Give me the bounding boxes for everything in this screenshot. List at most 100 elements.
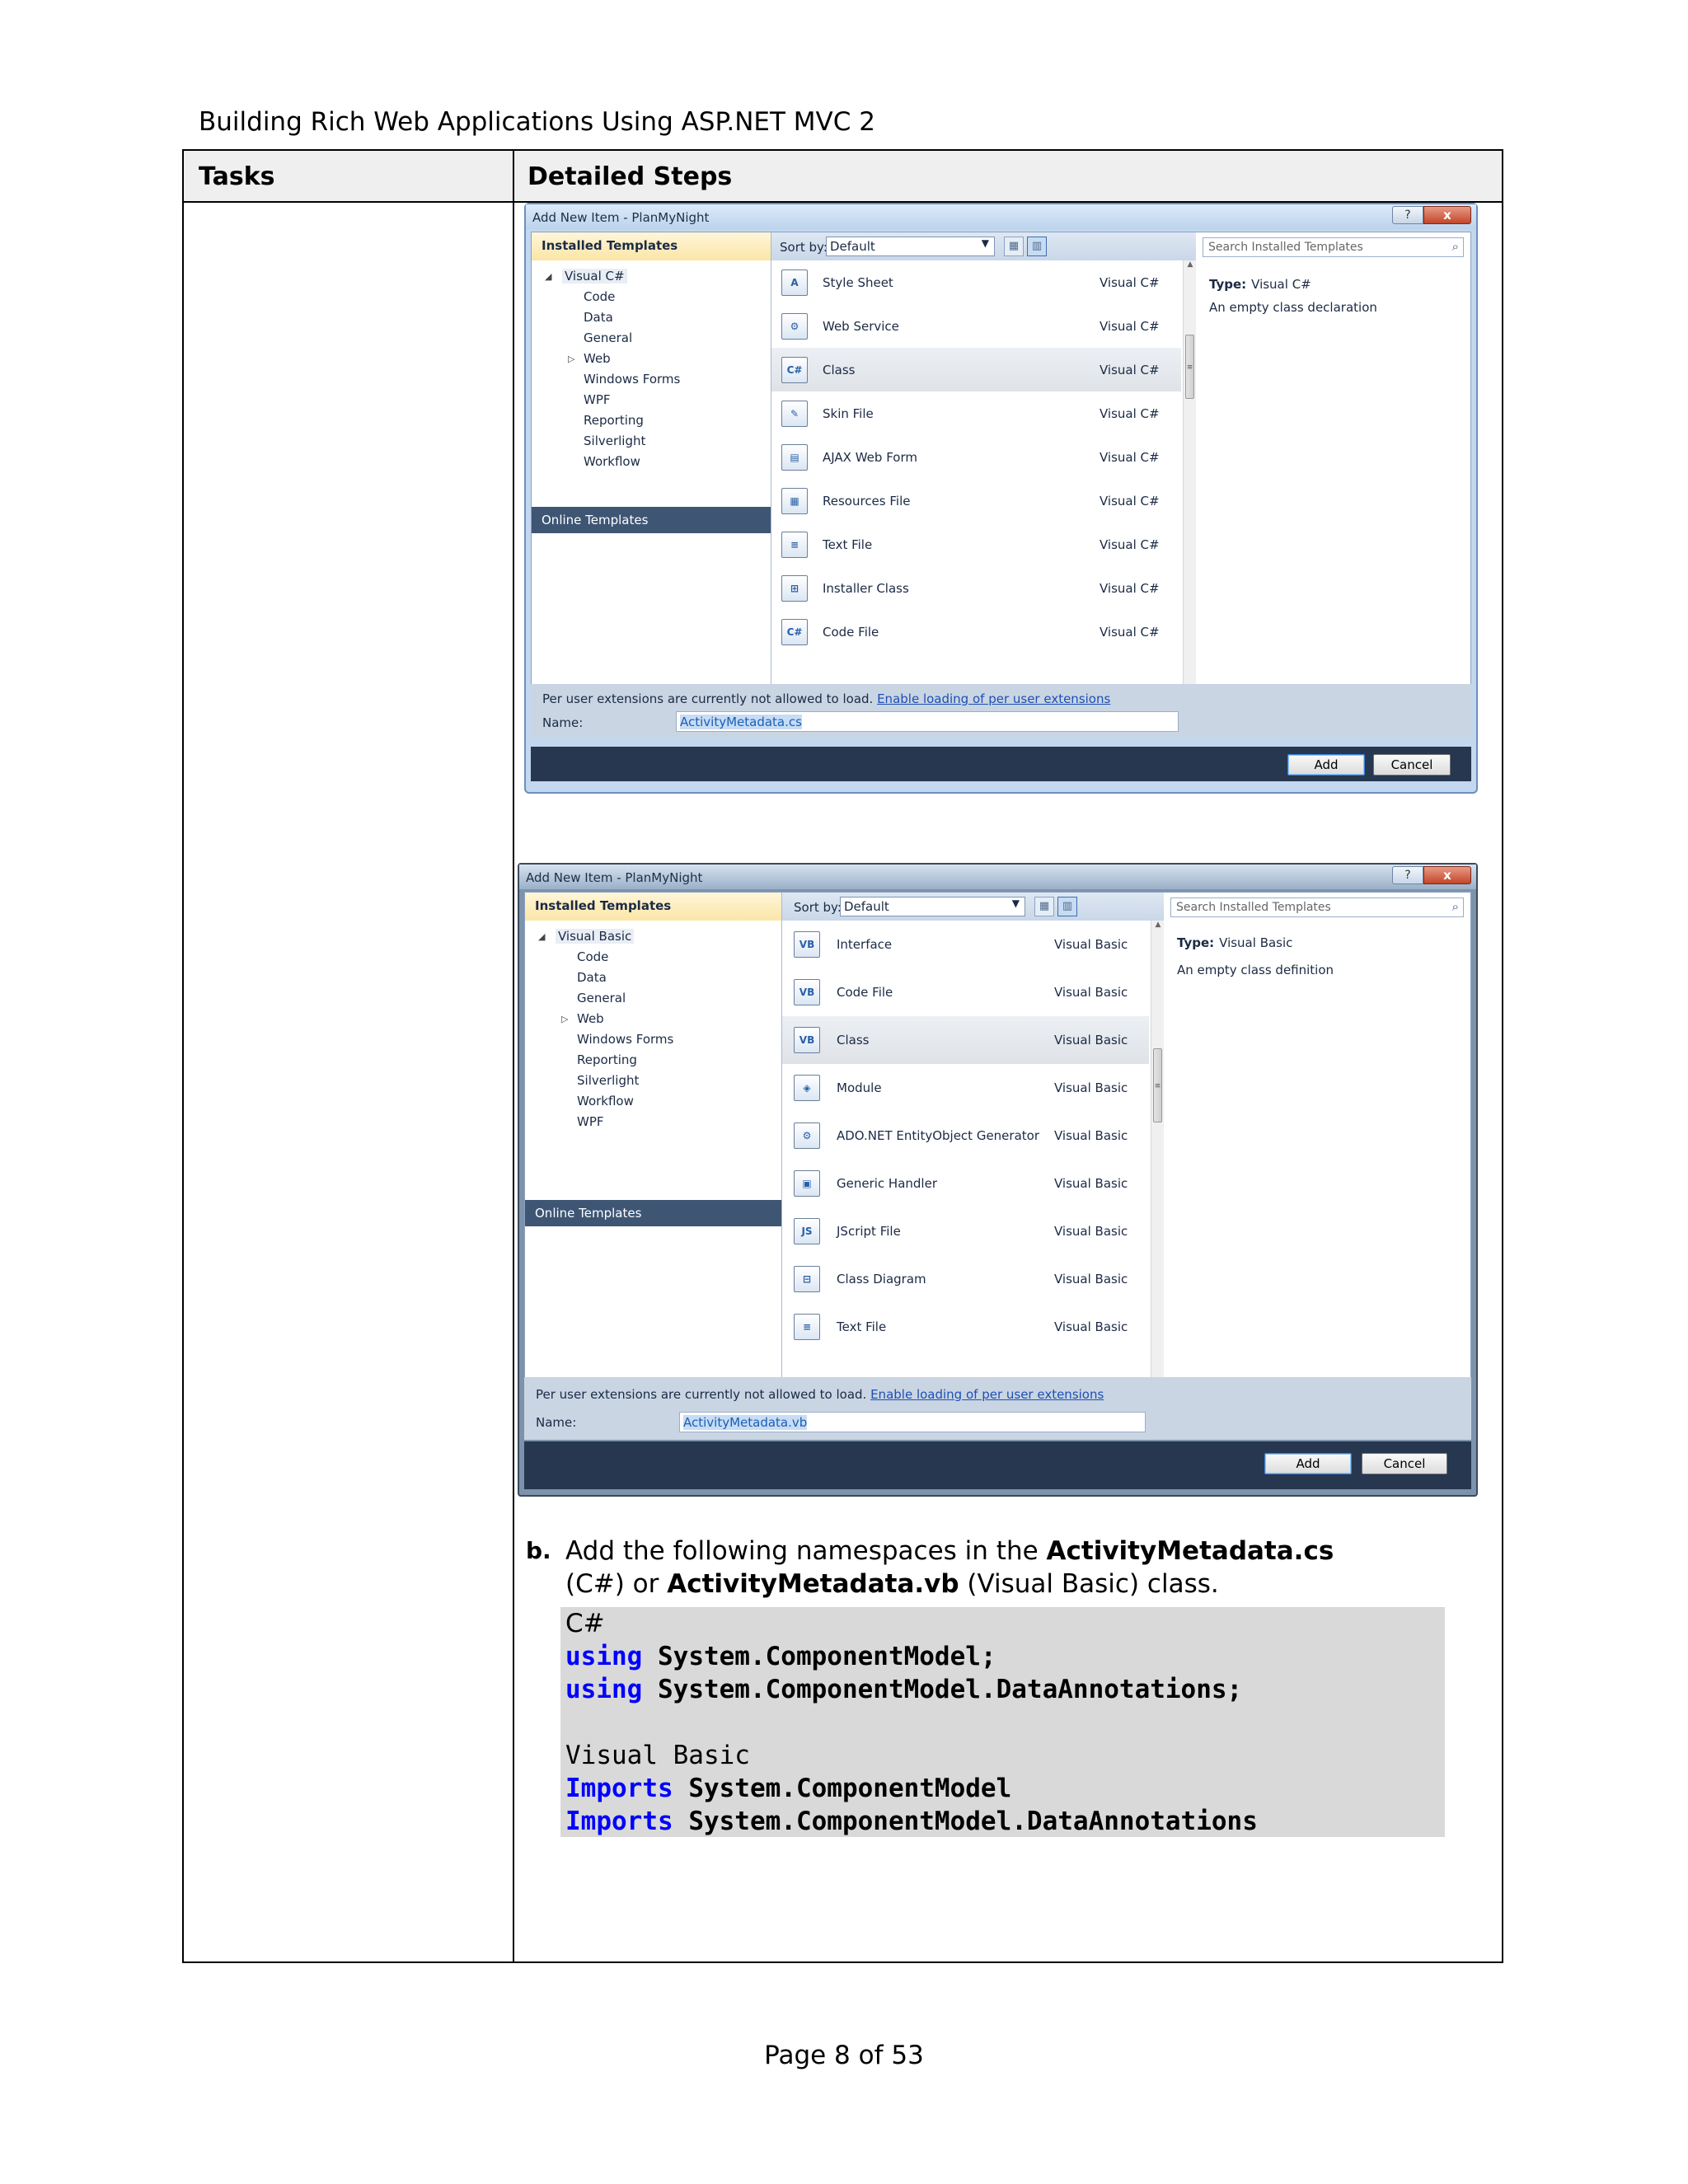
template-item[interactable]: ≡ Text File Visual Basic bbox=[782, 1303, 1149, 1351]
tree-item[interactable]: WPF bbox=[532, 392, 771, 413]
template-item[interactable]: ⊟ Class Diagram Visual Basic bbox=[782, 1255, 1149, 1303]
tree-item[interactable]: Reporting bbox=[525, 1052, 781, 1073]
scroll-thumb[interactable]: ≡ bbox=[1185, 335, 1194, 399]
tree-item[interactable]: Windows Forms bbox=[525, 1032, 781, 1052]
template-item[interactable]: VB Class Visual Basic bbox=[782, 1016, 1149, 1064]
template-item[interactable]: JS JScript File Visual Basic bbox=[782, 1207, 1149, 1255]
tree-item[interactable]: Workflow bbox=[525, 1094, 781, 1114]
template-language: Visual C# bbox=[1100, 537, 1160, 552]
name-input[interactable]: ActivityMetadata.cs bbox=[676, 711, 1179, 732]
small-icons-view-icon[interactable]: ▥ bbox=[1027, 237, 1047, 256]
search-installed-templates-input[interactable]: Search Installed Templates ⌕ bbox=[1170, 898, 1464, 917]
tree-item[interactable]: Code bbox=[525, 949, 781, 970]
search-installed-templates-input[interactable]: Search Installed Templates ⌕ bbox=[1203, 237, 1464, 257]
tree-item[interactable]: Reporting bbox=[532, 413, 771, 434]
tree-item[interactable]: Workflow bbox=[532, 454, 771, 475]
template-list: VB Interface Visual Basic VB Code File Visual… bbox=[782, 921, 1149, 1351]
template-item[interactable]: ◈ Module Visual Basic bbox=[782, 1064, 1149, 1112]
medium-icons-view-icon[interactable]: ▦ bbox=[1034, 897, 1054, 916]
cancel-button[interactable]: Cancel bbox=[1373, 754, 1451, 776]
tree-item-label: Web bbox=[584, 351, 611, 366]
tree-item-root[interactable]: ◢ Visual C# bbox=[532, 269, 771, 289]
tree-item[interactable]: Silverlight bbox=[525, 1073, 781, 1094]
template-item[interactable]: ⊞ Installer Class Visual C# bbox=[771, 566, 1181, 610]
chevron-down-icon: ▼ bbox=[981, 237, 989, 249]
tree-item[interactable]: Code bbox=[532, 289, 771, 310]
code-line: using System.ComponentModel.DataAnnotati… bbox=[565, 1673, 1440, 1706]
template-item[interactable]: ▤ AJAX Web Form Visual C# bbox=[771, 435, 1181, 479]
add-button[interactable]: Add bbox=[1264, 1453, 1352, 1474]
web-service-icon: ⚙ bbox=[781, 313, 808, 340]
sort-select[interactable]: Default ▼ bbox=[826, 237, 995, 256]
template-item[interactable]: ▦ Resources File Visual C# bbox=[771, 479, 1181, 523]
search-icon[interactable]: ⌕ bbox=[1452, 899, 1459, 914]
sort-select[interactable]: Default ▼ bbox=[840, 897, 1025, 916]
close-button[interactable]: x bbox=[1423, 866, 1471, 884]
tree-item-label: Code bbox=[577, 949, 609, 964]
dialog-footer: Per user extensions are currently not al… bbox=[531, 684, 1471, 737]
template-language: Visual Basic bbox=[1054, 1319, 1128, 1334]
tree-item[interactable]: General bbox=[532, 330, 771, 351]
template-name: Class Diagram bbox=[837, 1272, 926, 1286]
collapsed-arrow-icon: ▷ bbox=[561, 1014, 569, 1024]
tree-item[interactable]: ▷ Web bbox=[525, 1011, 781, 1032]
template-name: Resources File bbox=[823, 494, 911, 509]
code-line: Imports System.ComponentModel.DataAnnota… bbox=[565, 1805, 1440, 1838]
tree-item[interactable]: Windows Forms bbox=[532, 372, 771, 392]
tree-item[interactable]: ▷ Web bbox=[532, 351, 771, 372]
scroll-up-icon[interactable]: ▲ bbox=[1151, 921, 1165, 934]
close-button[interactable]: x bbox=[1423, 206, 1471, 224]
skin-file-icon: ✎ bbox=[781, 401, 808, 427]
enable-extensions-link[interactable]: Enable loading of per user extensions bbox=[870, 1387, 1104, 1402]
tree-item[interactable]: General bbox=[525, 991, 781, 1011]
small-icons-view-icon[interactable]: ▥ bbox=[1057, 897, 1077, 916]
template-item[interactable]: C# Code File Visual C# bbox=[771, 610, 1181, 654]
template-item[interactable]: A Style Sheet Visual C# bbox=[771, 260, 1181, 304]
expanded-arrow-icon: ◢ bbox=[538, 931, 546, 942]
template-language: Visual C# bbox=[1100, 406, 1160, 421]
tree-item[interactable]: Data bbox=[532, 310, 771, 330]
template-tree: ◢ Visual C# Code Data General ▷ Web Windows For… bbox=[532, 269, 771, 475]
tree-item[interactable]: Data bbox=[525, 970, 781, 991]
sort-label: Sort by: bbox=[794, 900, 842, 915]
help-button[interactable]: ? bbox=[1392, 206, 1423, 224]
tree-item-label: Data bbox=[577, 970, 607, 985]
name-input[interactable]: ActivityMetadata.vb bbox=[679, 1412, 1146, 1432]
online-templates-header[interactable]: Online Templates bbox=[525, 1200, 781, 1226]
installed-templates-header[interactable]: Installed Templates bbox=[532, 232, 771, 260]
tree-item-root[interactable]: ◢ Visual Basic bbox=[525, 929, 781, 949]
template-name: JScript File bbox=[837, 1224, 901, 1239]
template-language: Visual C# bbox=[1100, 363, 1160, 377]
template-item[interactable]: ✎ Skin File Visual C# bbox=[771, 391, 1181, 435]
details-pane: Search Installed Templates ⌕ Type: Visual… bbox=[1164, 893, 1470, 1402]
template-list-scrollbar[interactable]: ▲ ≡ ▼ bbox=[1183, 260, 1196, 709]
template-item[interactable]: ≡ Text File Visual C# bbox=[771, 523, 1181, 566]
add-new-item-dialog-cs: Add New Item - PlanMyNight ? x Installed… bbox=[524, 203, 1478, 794]
template-item[interactable]: VB Interface Visual Basic bbox=[782, 921, 1149, 968]
template-name: AJAX Web Form bbox=[823, 450, 917, 465]
installed-templates-header[interactable]: Installed Templates bbox=[525, 893, 781, 921]
scroll-thumb[interactable]: ≡ bbox=[1153, 1048, 1162, 1122]
tree-item[interactable]: WPF bbox=[525, 1114, 781, 1135]
scroll-up-icon[interactable]: ▲ bbox=[1184, 260, 1197, 274]
tree-item[interactable]: Silverlight bbox=[532, 434, 771, 454]
code-text: System.ComponentModel.DataAnnotations bbox=[673, 1807, 1258, 1836]
enable-extensions-link[interactable]: Enable loading of per user extensions bbox=[877, 691, 1110, 706]
template-item[interactable]: ⚙ ADO.NET EntityObject Generator Visual Ba… bbox=[782, 1112, 1149, 1160]
template-item[interactable]: C# Class Visual C# bbox=[771, 348, 1181, 391]
chevron-down-icon: ▼ bbox=[1011, 898, 1020, 909]
search-icon[interactable]: ⌕ bbox=[1452, 239, 1459, 254]
code-line: using System.ComponentModel; bbox=[565, 1640, 1440, 1673]
template-item[interactable]: VB Code File Visual Basic bbox=[782, 968, 1149, 1016]
help-button[interactable]: ? bbox=[1392, 866, 1423, 884]
template-item[interactable]: ⚙ Web Service Visual C# bbox=[771, 304, 1181, 348]
details-pane: Search Installed Templates ⌕ Type: Visual… bbox=[1196, 232, 1470, 709]
code-block: C# using System.ComponentModel; using Sy… bbox=[560, 1607, 1445, 1837]
online-templates-header[interactable]: Online Templates bbox=[532, 507, 771, 533]
template-list-scrollbar[interactable]: ▲ ≡ ▼ bbox=[1151, 921, 1164, 1402]
add-button[interactable]: Add bbox=[1287, 754, 1365, 776]
template-item[interactable]: ▣ Generic Handler Visual Basic bbox=[782, 1160, 1149, 1207]
cancel-button[interactable]: Cancel bbox=[1362, 1453, 1447, 1474]
medium-icons-view-icon[interactable]: ▦ bbox=[1004, 237, 1024, 256]
generic-handler-icon: ▣ bbox=[794, 1170, 820, 1197]
